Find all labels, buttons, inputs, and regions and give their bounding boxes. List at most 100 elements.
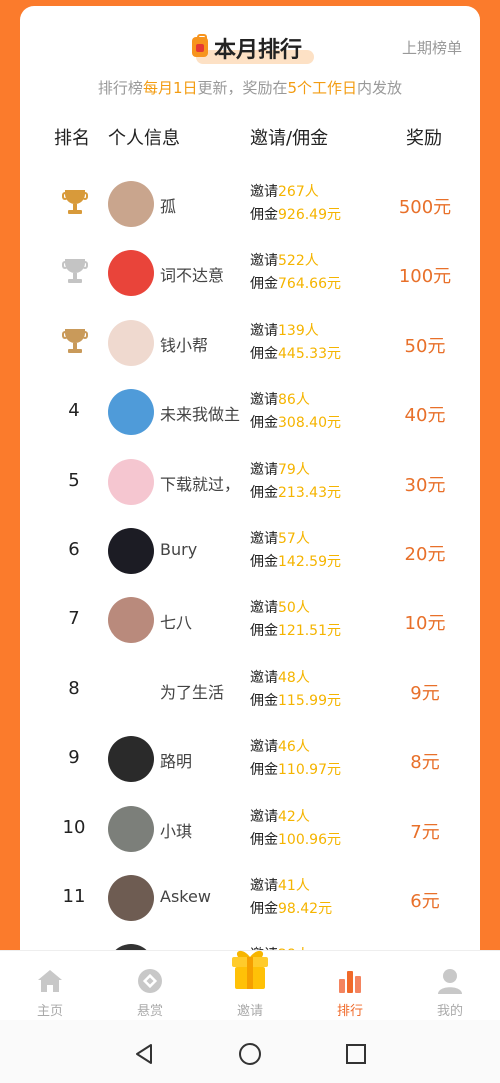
- reward-amount: 40元: [404, 405, 446, 427]
- reward-amount: 10元: [404, 613, 446, 635]
- ranking-row[interactable]: 8 为了生活 邀请48人 佣金115.99元 9元: [20, 660, 480, 720]
- system-navigation-bar: [0, 1020, 500, 1083]
- commission-label: 佣金: [250, 762, 278, 779]
- ranking-row[interactable]: 6 Bury 邀请57人 佣金142.59元 20元: [20, 521, 480, 581]
- col-rank: 排名: [54, 128, 90, 149]
- invite-commission-stats: 邀请46人 佣金110.97元: [250, 736, 341, 782]
- commission-line: 佣金110.97元: [250, 759, 341, 782]
- commission-amount: 142.59元: [278, 554, 341, 570]
- avatar[interactable]: [108, 875, 154, 921]
- notice-highlight: 5个工作日: [287, 79, 358, 97]
- tab-profile-label: 我的: [436, 1004, 463, 1019]
- ranking-row[interactable]: 词不达意 邀请522人 佣金764.66元 100元: [20, 243, 480, 303]
- invite-label: 邀请: [250, 878, 278, 894]
- col-info: 个人信息: [108, 128, 180, 149]
- tab-home-label: 主页: [36, 1004, 63, 1019]
- invite-label: 邀请: [250, 531, 278, 547]
- avatar[interactable]: [108, 458, 154, 505]
- invite-count: 50人: [278, 600, 310, 617]
- avatar[interactable]: [108, 389, 154, 436]
- commission-line: 佣金98.42元: [250, 898, 332, 921]
- avatar[interactable]: [108, 666, 154, 713]
- tab-invite[interactable]: 邀请: [200, 950, 300, 1021]
- commission-amount: 926.49元: [278, 207, 341, 223]
- ranking-row[interactable]: 孤 邀请267人 佣金926.49元 500元: [20, 174, 480, 234]
- avatar[interactable]: [108, 597, 154, 644]
- ranking-card: 本月排行 上期榜单 排行榜每月1日更新，奖励在5个工作日内发放 排名 个人信息 …: [20, 6, 480, 1006]
- reward-amount: 30元: [404, 474, 446, 496]
- page-title: 本月排行: [190, 32, 315, 64]
- rank-number: 11: [62, 886, 86, 907]
- invite-commission-stats: 邀请48人 佣金115.99元: [250, 667, 341, 713]
- rank-number: 4: [68, 400, 80, 422]
- invite-count: 522人: [278, 253, 319, 270]
- avatar[interactable]: [108, 736, 154, 783]
- reward-amount: 9元: [410, 682, 440, 704]
- avatar[interactable]: [108, 250, 154, 297]
- trophy-silver-icon: [62, 259, 88, 287]
- invite-label: 邀请: [250, 600, 278, 617]
- commission-line: 佣金115.99元: [250, 690, 341, 713]
- previous-ranking-link[interactable]: 上期榜单: [402, 37, 462, 58]
- ranking-row[interactable]: 10 小琪 邀请42人 佣金100.96元 7元: [20, 799, 480, 859]
- invite-count: 86人: [278, 392, 310, 409]
- notice-text: 排行榜: [97, 79, 143, 97]
- invite-count: 41人: [278, 878, 310, 894]
- invite-count: 46人: [278, 739, 310, 756]
- avatar[interactable]: [108, 181, 154, 227]
- user-name: Bury: [160, 540, 198, 559]
- tab-profile[interactable]: 我的: [400, 951, 500, 1021]
- commission-line: 佣金100.96元: [250, 829, 341, 852]
- commission-label: 佣金: [250, 415, 278, 432]
- ranking-row[interactable]: 钱小帮 邀请139人 佣金445.33元 50元: [20, 313, 480, 373]
- bottom-tab-bar: 主页 悬赏 邀请 排行 我的: [0, 950, 500, 1020]
- recents-icon[interactable]: [344, 1042, 368, 1066]
- invite-line: 邀请139人: [250, 320, 341, 343]
- user-name: 下载就过，: [160, 474, 241, 494]
- invite-line: 邀请46人: [250, 736, 341, 759]
- back-icon[interactable]: [132, 1042, 156, 1066]
- gift-icon: [232, 950, 268, 989]
- invite-count: 79人: [278, 461, 310, 478]
- avatar[interactable]: [108, 805, 154, 852]
- invite-count: 57人: [278, 531, 310, 547]
- ranking-icon: [339, 971, 361, 993]
- reward-amount: 7元: [410, 821, 440, 843]
- commission-amount: 445.33元: [278, 345, 341, 362]
- notice-highlight: 每月1日: [142, 79, 198, 97]
- col-reward: 奖励: [406, 128, 442, 149]
- commission-label: 佣金: [250, 831, 278, 848]
- commission-label: 佣金: [250, 484, 278, 501]
- user-name: 未来我做主: [160, 405, 241, 425]
- user-name: 小琪: [160, 821, 193, 841]
- ranking-row[interactable]: 4 未来我做主 邀请86人 佣金308.40元 40元: [20, 382, 480, 442]
- update-notice: 排行榜每月1日更新，奖励在5个工作日内发放: [20, 77, 480, 98]
- user-name: Askew: [160, 887, 211, 906]
- commission-label: 佣金: [250, 692, 278, 709]
- tab-ranking[interactable]: 排行: [300, 951, 400, 1021]
- avatar[interactable]: [108, 528, 154, 574]
- profile-icon: [438, 969, 462, 994]
- ranking-row[interactable]: 11 Askew 邀请41人 佣金98.42元 6元: [20, 868, 480, 928]
- invite-label: 邀请: [250, 739, 278, 756]
- ranking-row[interactable]: 5 下载就过， 邀请79人 佣金213.43元 30元: [20, 452, 480, 512]
- tab-home[interactable]: 主页: [0, 951, 100, 1021]
- ranking-row[interactable]: 9 路明 邀请46人 佣金110.97元 8元: [20, 729, 480, 789]
- invite-line: 邀请79人: [250, 459, 341, 482]
- commission-line: 佣金121.51元: [250, 620, 341, 643]
- avatar[interactable]: [108, 319, 154, 366]
- notice-text: 内发放: [357, 79, 403, 97]
- ranking-row[interactable]: 7 七八 邀请50人 佣金121.51元 10元: [20, 590, 480, 650]
- rank-number: 7: [68, 608, 80, 630]
- home-button-icon[interactable]: [237, 1041, 263, 1067]
- reward-amount: 500元: [398, 197, 452, 218]
- tab-ranking-label: 排行: [336, 1004, 363, 1019]
- tab-bounty[interactable]: 悬赏: [100, 951, 200, 1021]
- commission-line: 佣金142.59元: [250, 551, 341, 574]
- invite-commission-stats: 邀请57人佣金142.59元: [250, 528, 341, 574]
- invite-count: 48人: [278, 669, 310, 686]
- invite-line: 邀请41人: [250, 875, 332, 898]
- invite-commission-stats: 邀请50人佣金121.51元: [250, 597, 341, 643]
- invite-label: 邀请: [250, 808, 278, 825]
- tab-bounty-label: 悬赏: [136, 1004, 163, 1019]
